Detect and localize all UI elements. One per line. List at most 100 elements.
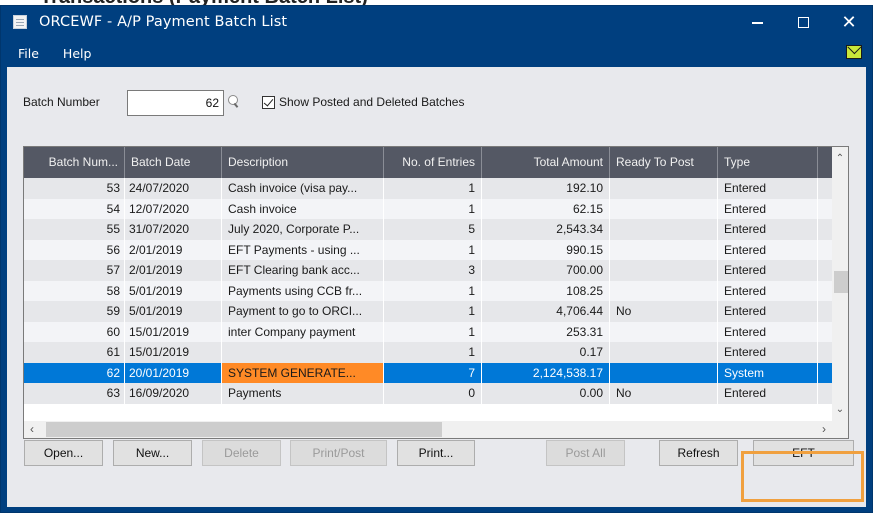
table-row[interactable]: 55 31/07/2020 July 2020, Corporate P... 5 2,…	[24, 219, 834, 240]
ready-to-post-cell: No	[610, 383, 718, 404]
ready-to-post-cell	[610, 178, 718, 199]
column-header-description[interactable]: Description	[222, 147, 384, 178]
show-posted-checkbox[interactable]: Show Posted and Deleted Batches	[262, 92, 464, 112]
scroll-right-icon[interactable]: ›	[816, 421, 832, 438]
ready-to-post-cell	[610, 198, 718, 219]
table-row[interactable]: 63 16/09/2020 Payments 0 0.00 No Entered	[24, 383, 834, 404]
show-posted-label: Show Posted and Deleted Batches	[279, 95, 465, 109]
maximize-button[interactable]	[780, 6, 826, 38]
column-header-type[interactable]: Type	[718, 147, 818, 178]
table-row[interactable]: 58 5/01/2019 Payments using CCB fr... 1 108.…	[24, 280, 834, 301]
table-row-selected[interactable]: 62 20/01/2019 SYSTEM GENERATE... 7 2,124,538…	[24, 362, 834, 383]
post-all-button[interactable]: Post All	[546, 440, 625, 466]
total-amount-cell: 2,543.34	[482, 219, 610, 240]
batch-number-cell: 61	[24, 342, 125, 363]
checkbox-checked-icon[interactable]	[262, 95, 275, 109]
table-row[interactable]: 56 2/01/2019 EFT Payments - using ... 1 990.…	[24, 239, 834, 260]
table-row[interactable]: 59 5/01/2019 Payment to go to ORCI... 1 4,70…	[24, 301, 834, 322]
type-cell: Entered	[718, 342, 818, 363]
refresh-button[interactable]: Refresh	[659, 440, 738, 466]
new-button[interactable]: New...	[113, 440, 192, 466]
table-row[interactable]: 61 15/01/2019 1 0.17 Entered	[24, 342, 834, 363]
batch-date-cell: 5/01/2019	[125, 280, 222, 301]
scroll-up-icon[interactable]: ⌃	[832, 150, 848, 167]
table-row[interactable]: 60 15/01/2019 inter Company payment 1 253.31…	[24, 321, 834, 342]
horizontal-scrollbar[interactable]: ‹ ›	[24, 421, 848, 438]
delete-button[interactable]: Delete	[202, 440, 281, 466]
entries-cell: 3	[384, 260, 482, 281]
filter-row: Batch Number Show Posted and Deleted Bat…	[7, 89, 866, 116]
table-row[interactable]: 57 2/01/2019 EFT Clearing bank acc... 3 700.…	[24, 260, 834, 281]
search-icon[interactable]	[228, 95, 240, 109]
ready-to-post-cell	[610, 260, 718, 281]
menu-help[interactable]: Help	[53, 46, 102, 61]
batch-number-cell: 54	[24, 198, 125, 219]
batch-number-label: Batch Number	[23, 95, 100, 109]
batch-date-cell: 31/07/2020	[125, 219, 222, 240]
type-cell: Entered	[718, 383, 818, 404]
open-button[interactable]: Open...	[24, 440, 103, 466]
batch-number-cell: 56	[24, 239, 125, 260]
mail-icon[interactable]	[846, 45, 862, 59]
entries-cell: 1	[384, 301, 482, 322]
total-amount-cell: 108.25	[482, 280, 610, 301]
type-cell: System	[718, 362, 818, 383]
vertical-scroll-thumb[interactable]	[834, 271, 848, 293]
table-row[interactable]: 53 24/07/2020 Cash invoice (visa pay... 1 19…	[24, 178, 834, 199]
table-row[interactable]: 54 12/07/2020 Cash invoice 1 62.15 Entered	[24, 198, 834, 219]
scroll-down-icon[interactable]: ⌄	[832, 401, 848, 418]
type-cell: Entered	[718, 219, 818, 240]
column-header-entries[interactable]: No. of Entries	[384, 147, 482, 178]
ready-to-post-cell	[610, 362, 718, 383]
vertical-scrollbar[interactable]: ⌃ ⌄	[832, 147, 848, 422]
print-post-button[interactable]: Print/Post	[290, 440, 387, 466]
window-title: ORCEWF - A/P Payment Batch List	[39, 14, 288, 30]
minimize-button[interactable]	[734, 6, 780, 38]
description-cell: Cash invoice (visa pay...	[222, 178, 384, 199]
batch-number-input[interactable]	[127, 90, 224, 116]
entries-cell: 1	[384, 198, 482, 219]
scroll-left-icon[interactable]: ‹	[24, 421, 40, 438]
ready-to-post-cell	[610, 219, 718, 240]
ready-to-post-cell	[610, 342, 718, 363]
entries-cell: 0	[384, 383, 482, 404]
description-cell: Payments using CCB fr...	[222, 280, 384, 301]
ready-to-post-cell: No	[610, 301, 718, 322]
type-cell: Entered	[718, 301, 818, 322]
description-cell: Payment to go to ORCI...	[222, 301, 384, 322]
ready-to-post-cell	[610, 321, 718, 342]
menu-bar: File Help	[1, 42, 872, 64]
batch-number-cell: 58	[24, 280, 125, 301]
print-button[interactable]: Print...	[397, 440, 475, 466]
total-amount-cell: 0.17	[482, 342, 610, 363]
eft-button[interactable]: EFT	[753, 440, 854, 466]
type-cell: Entered	[718, 260, 818, 281]
close-button[interactable]: ✕	[826, 6, 872, 38]
description-cell: EFT Payments - using ...	[222, 239, 384, 260]
grid-viewport: Batch Num... Batch Date Description No. …	[24, 147, 834, 422]
batch-number-cell: 55	[24, 219, 125, 240]
total-amount-cell: 700.00	[482, 260, 610, 281]
column-header-ready-to-post[interactable]: Ready To Post	[610, 147, 718, 178]
column-header-total-amount[interactable]: Total Amount	[482, 147, 610, 178]
batch-number-cell: 60	[24, 321, 125, 342]
batch-date-cell: 24/07/2020	[125, 178, 222, 199]
batch-grid: Batch Num... Batch Date Description No. …	[23, 146, 849, 439]
type-cell: Entered	[718, 321, 818, 342]
description-cell: SYSTEM GENERATE...	[222, 362, 384, 383]
description-cell: EFT Clearing bank acc...	[222, 260, 384, 281]
type-cell: Entered	[718, 178, 818, 199]
total-amount-cell: 2,124,538.17	[482, 362, 610, 383]
total-amount-cell: 62.15	[482, 198, 610, 219]
window-controls: ✕	[734, 6, 872, 38]
total-amount-cell: 192.10	[482, 178, 610, 199]
column-header-batch-number[interactable]: Batch Num...	[24, 147, 125, 178]
maximize-icon	[797, 16, 809, 28]
menu-file[interactable]: File	[1, 46, 53, 61]
column-header-batch-date[interactable]: Batch Date	[125, 147, 222, 178]
description-cell: Payments	[222, 383, 384, 404]
description-cell: July 2020, Corporate P...	[222, 219, 384, 240]
horizontal-scroll-thumb[interactable]	[46, 422, 442, 437]
batch-date-cell: 15/01/2019	[125, 321, 222, 342]
batch-date-cell: 2/01/2019	[125, 239, 222, 260]
